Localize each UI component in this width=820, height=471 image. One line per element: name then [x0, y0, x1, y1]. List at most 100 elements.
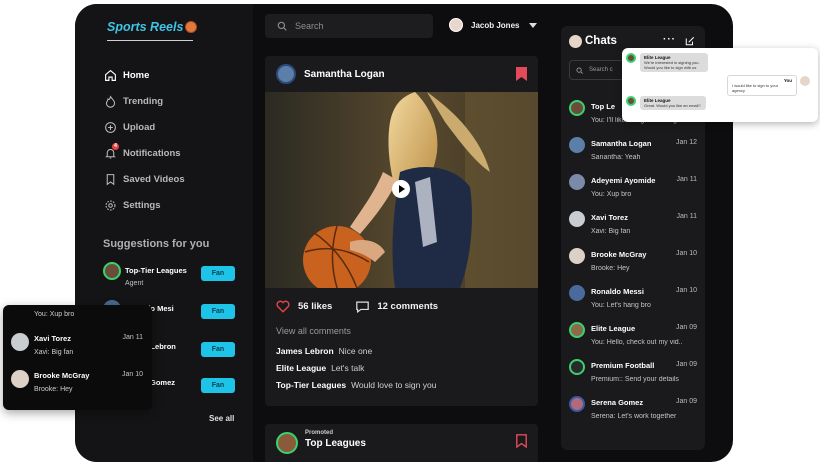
chat-preview: You: Hello, check out my vid..	[591, 339, 683, 346]
comment-author[interactable]: Elite League	[276, 363, 326, 373]
chat-name: Brooke McGray	[34, 371, 90, 380]
heart-icon[interactable]	[276, 300, 290, 313]
avatar	[569, 322, 585, 338]
avatar	[449, 18, 463, 32]
chat-name: Premium Football	[591, 361, 655, 370]
main-nav: Home Trending Upload 4 Notifications Sav…	[103, 62, 185, 218]
nav-label: Notifications	[123, 147, 181, 159]
nav-settings[interactable]: Settings	[103, 192, 185, 218]
chat-preview: Sanantha: Yeah	[591, 154, 641, 161]
nav-trending[interactable]: Trending	[103, 88, 185, 114]
chat-name: Elite League	[591, 324, 636, 333]
chat-item[interactable]: Samantha Logan Jan 12 Sanantha: Yeah	[569, 137, 699, 171]
comment-text: Let's talk	[331, 363, 365, 373]
nav-label: Settings	[123, 199, 161, 211]
promoted-label: Promoted	[305, 430, 334, 436]
message-bubble: You I would like to sign to your agency	[727, 75, 797, 96]
home-icon	[103, 68, 117, 82]
comment-icon[interactable]	[356, 301, 370, 313]
comment-text: Would love to sign you	[351, 380, 437, 390]
nav-upload[interactable]: Upload	[103, 114, 185, 140]
comment: James Lebron Nice one	[276, 346, 372, 356]
view-all-comments-link[interactable]: View all comments	[276, 326, 351, 336]
see-all-link[interactable]: See all	[209, 414, 234, 423]
chat-preview: Xavi: Big fan	[34, 349, 74, 356]
fan-button[interactable]: Fan	[201, 342, 235, 357]
compose-icon[interactable]	[685, 36, 695, 46]
chat-item[interactable]: Brooke McGray Jan 10 Brooke: Hey	[569, 248, 699, 282]
promoted-name[interactable]: Top Leagues	[305, 438, 366, 449]
bookmark-icon	[103, 172, 117, 186]
message-text: I would like to sign to your agency	[732, 83, 779, 93]
chat-date: Jan 11	[676, 176, 698, 183]
chat-preview: Brooke: Hey	[34, 386, 73, 393]
nav-label: Saved Videos	[123, 173, 185, 185]
flame-icon	[103, 94, 117, 108]
post-author[interactable]: Samantha Logan	[304, 69, 385, 80]
search-icon	[277, 21, 287, 31]
play-button[interactable]	[392, 180, 410, 198]
comment-author[interactable]: Top-Tier Leagues	[276, 380, 346, 390]
chat-date: Jan 10	[675, 287, 697, 294]
post-card: Samantha Logan 56 likes 12 comments View…	[265, 56, 538, 406]
comment: Top-Tier Leagues Would love to sign you	[276, 380, 436, 390]
nav-notifications[interactable]: 4 Notifications	[103, 140, 185, 166]
comments-count: 12 comments	[377, 301, 439, 312]
nav-label: Trending	[123, 95, 164, 107]
chat-preview: You: Xup bro	[591, 191, 632, 198]
chat-date: Jan 11	[122, 334, 144, 341]
avatar	[569, 100, 585, 116]
avatar	[11, 370, 29, 388]
bookmark-icon[interactable]	[516, 434, 527, 448]
avatar[interactable]	[276, 64, 296, 84]
chat-preview: Premium:: Send your details	[591, 376, 679, 383]
chat-item[interactable]: Ronaldo Messi Jan 10 You: Let's hang bro	[569, 285, 699, 319]
chat-date: Jan 09	[675, 361, 697, 368]
avatar[interactable]	[276, 432, 298, 454]
user-menu[interactable]: Jacob Jones	[449, 18, 538, 32]
chat-date: Jan 11	[676, 213, 698, 220]
avatar	[569, 396, 585, 412]
video-player[interactable]	[265, 92, 538, 288]
chat-item[interactable]: Adeyemi Ayomide Jan 11 You: Xup bro	[569, 174, 699, 208]
search-input[interactable]: Search	[265, 14, 433, 38]
avatar	[103, 262, 121, 280]
gear-icon	[103, 198, 117, 212]
suggestion-role: Agent	[125, 280, 144, 287]
logo-underline	[107, 40, 193, 41]
brand-logo[interactable]: Sports Reels	[107, 20, 198, 34]
chats-title: Chats	[585, 35, 617, 47]
chat-item[interactable]: Premium Football Jan 09Premium:: Send you…	[569, 359, 699, 393]
chat-name: Xavi Torez	[591, 213, 628, 222]
avatar	[800, 76, 810, 86]
chat-item[interactable]: Serena Gomez Jan 09 Serena: Let's work tog…	[569, 396, 699, 430]
fan-button[interactable]: Fan	[201, 304, 235, 319]
chat-item[interactable]: Xavi Torez Jan 11 Xavi: Big fan	[569, 211, 699, 245]
chat-item[interactable]: Brooke McGray Jan 10 Brooke: Hey	[11, 370, 147, 402]
post-header: Samantha Logan	[265, 56, 538, 92]
upload-icon	[103, 120, 117, 134]
nav-saved-videos[interactable]: Saved Videos	[103, 166, 185, 192]
bookmark-icon[interactable]	[516, 67, 527, 81]
basketball-icon	[185, 21, 198, 33]
chat-item[interactable]: Elite League Jan 09 You: Hello, check out …	[569, 322, 699, 356]
suggestion-item[interactable]: Top-Tier Leagues Agent Fan	[103, 262, 243, 292]
message-bubble: Elite League Great. Would you like an ema…	[640, 96, 706, 110]
bell-icon: 4	[103, 143, 119, 160]
search-placeholder: Search	[295, 21, 324, 31]
chat-preview: You: Xup bro	[34, 311, 75, 318]
nav-home[interactable]: Home	[103, 62, 185, 88]
more-icon[interactable]: ···	[663, 34, 676, 45]
chat-name: Samantha Logan	[591, 139, 652, 148]
fan-button[interactable]: Fan	[201, 266, 235, 281]
suggestion-name: Top-Tier Leagues	[125, 266, 187, 275]
chat-date: Jan 09	[675, 324, 697, 331]
fan-button[interactable]: Fan	[201, 378, 235, 393]
chevron-down-icon[interactable]	[529, 22, 538, 28]
chat-preview: Xavi: Big fan	[591, 228, 631, 235]
promoted-post-card: Promoted Top Leagues	[265, 424, 538, 462]
chat-name: Top Le	[591, 102, 616, 111]
floating-conversation: Elite League We're interested in signing …	[622, 48, 818, 122]
chat-item[interactable]: Xavi Torez Jan 11 Xavi: Big fan	[11, 333, 147, 365]
comment-author[interactable]: James Lebron	[276, 346, 334, 356]
